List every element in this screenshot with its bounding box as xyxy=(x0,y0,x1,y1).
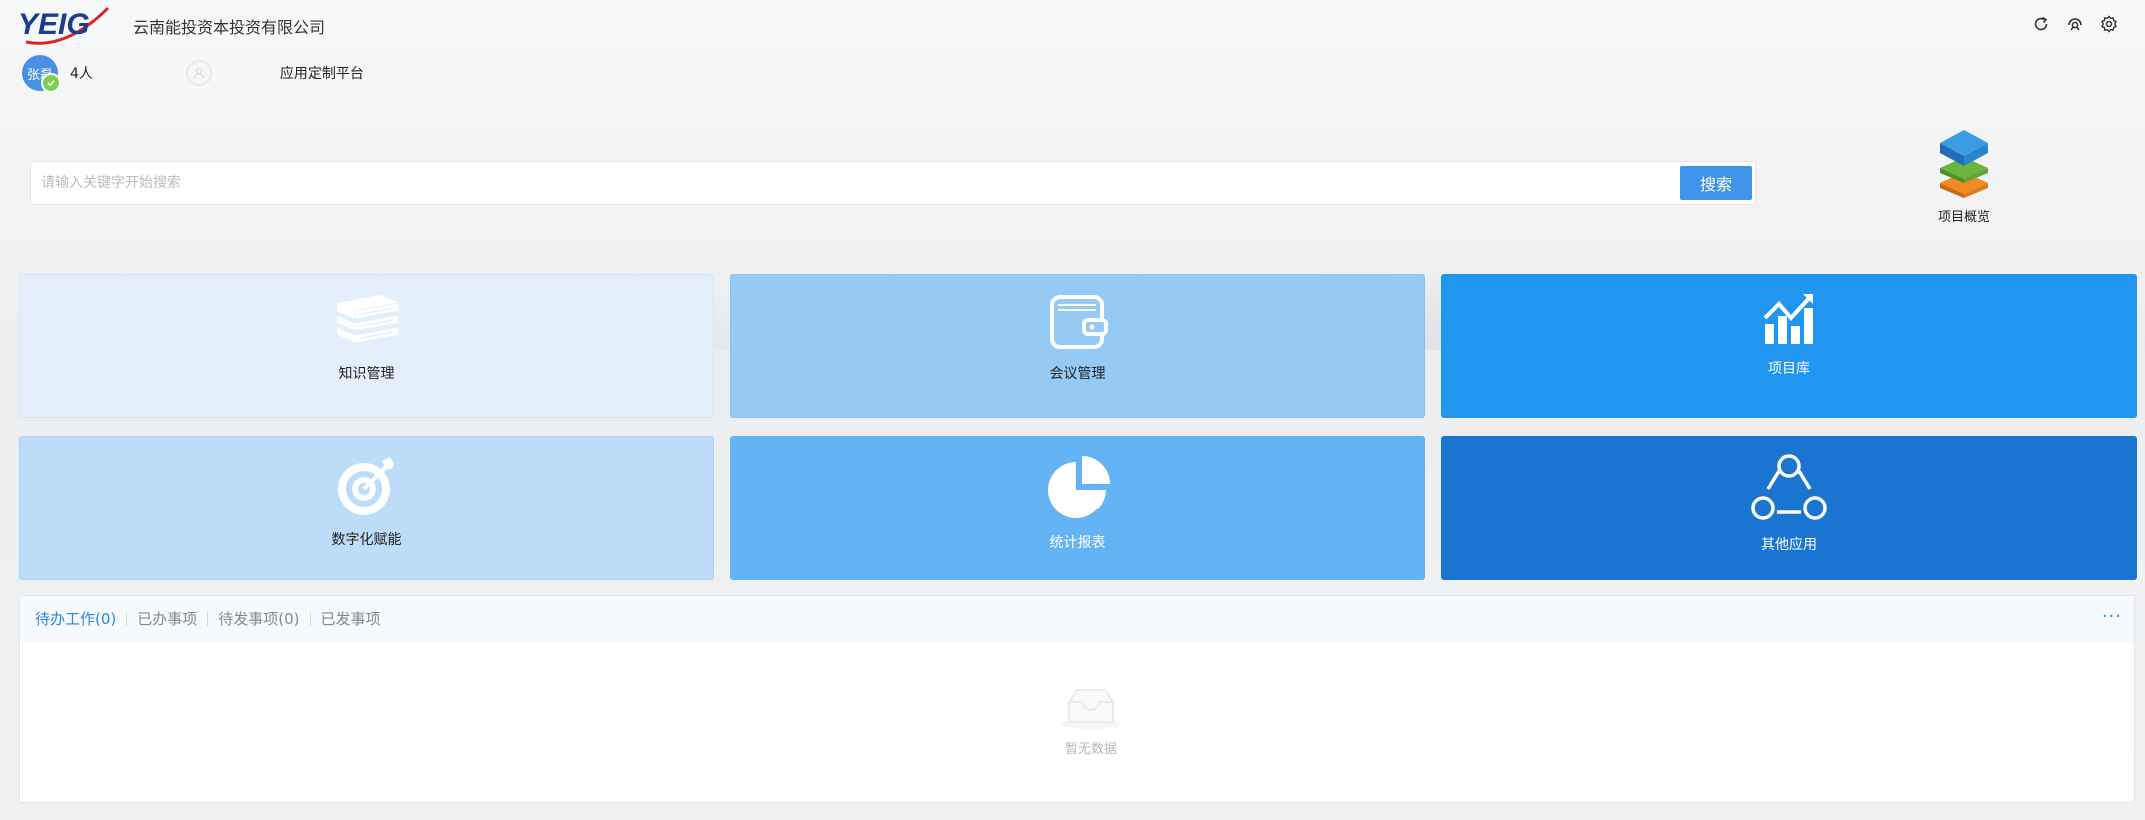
more-button[interactable]: ··· xyxy=(2102,606,2122,627)
company-logo: YEIG xyxy=(18,6,110,45)
empty-state: 暂无数据 xyxy=(1031,686,1151,757)
target-icon xyxy=(337,457,394,515)
wallet-icon xyxy=(1049,295,1108,349)
svg-text:YEIG: YEIG xyxy=(18,8,90,41)
share-icon xyxy=(1751,454,1827,520)
settings-icon[interactable] xyxy=(2099,14,2119,34)
pie-icon xyxy=(1047,456,1110,518)
tile-meeting[interactable]: 会议管理 xyxy=(730,274,1425,418)
tile-other-apps[interactable]: 其他应用 xyxy=(1441,436,2137,580)
platform-link[interactable]: 应用定制平台 xyxy=(280,63,364,83)
avatar[interactable]: 张磊 xyxy=(22,55,61,93)
user-icon[interactable] xyxy=(185,60,212,86)
tile-statistics[interactable]: 统计报表 xyxy=(730,436,1425,580)
tab-todo[interactable]: 待办工作(0) xyxy=(35,612,126,627)
layers-icon xyxy=(1940,130,1988,198)
empty-inbox-icon xyxy=(1061,689,1121,729)
search-button[interactable]: 搜索 xyxy=(1680,166,1752,200)
support-icon[interactable] xyxy=(2065,14,2085,34)
search-bar: 搜索 xyxy=(30,161,1756,205)
tile-digital-empower[interactable]: 数字化赋能 xyxy=(19,436,714,580)
books-icon xyxy=(336,295,399,344)
tile-label: 项目库 xyxy=(1768,361,1810,377)
empty-text: 暂无数据 xyxy=(1064,742,1117,757)
company-name: 云南能投资本投资有限公司 xyxy=(133,18,326,37)
online-check-icon xyxy=(41,73,61,93)
tile-label: 统计报表 xyxy=(1049,535,1106,551)
overview-label: 项目概览 xyxy=(1937,210,1990,225)
tile-label: 数字化赋能 xyxy=(331,532,402,548)
tasks-tabs: 待办工作(0) 已办事项 待发事项(0) 已发事项 ··· xyxy=(20,596,2134,642)
tab-sent[interactable]: 已发事项 xyxy=(309,612,391,627)
tile-project-library[interactable]: 项目库 xyxy=(1441,274,2137,418)
tile-label: 会议管理 xyxy=(1049,366,1106,382)
refresh-icon[interactable] xyxy=(2031,14,2051,34)
project-overview-button[interactable]: 项目概览 xyxy=(1928,126,2000,225)
tile-label: 知识管理 xyxy=(338,366,395,382)
tile-label: 其他应用 xyxy=(1761,537,1817,553)
chart-icon xyxy=(1763,294,1813,344)
tile-knowledge[interactable]: 知识管理 xyxy=(19,274,714,418)
member-count: 4人 xyxy=(70,66,93,82)
tab-pending-send[interactable]: 待发事项(0) xyxy=(207,612,309,627)
tasks-panel: 待办工作(0) 已办事项 待发事项(0) 已发事项 ··· 暂无数据 xyxy=(19,595,2135,803)
search-input[interactable] xyxy=(31,162,1701,204)
tab-done[interactable]: 已办事项 xyxy=(126,612,207,627)
